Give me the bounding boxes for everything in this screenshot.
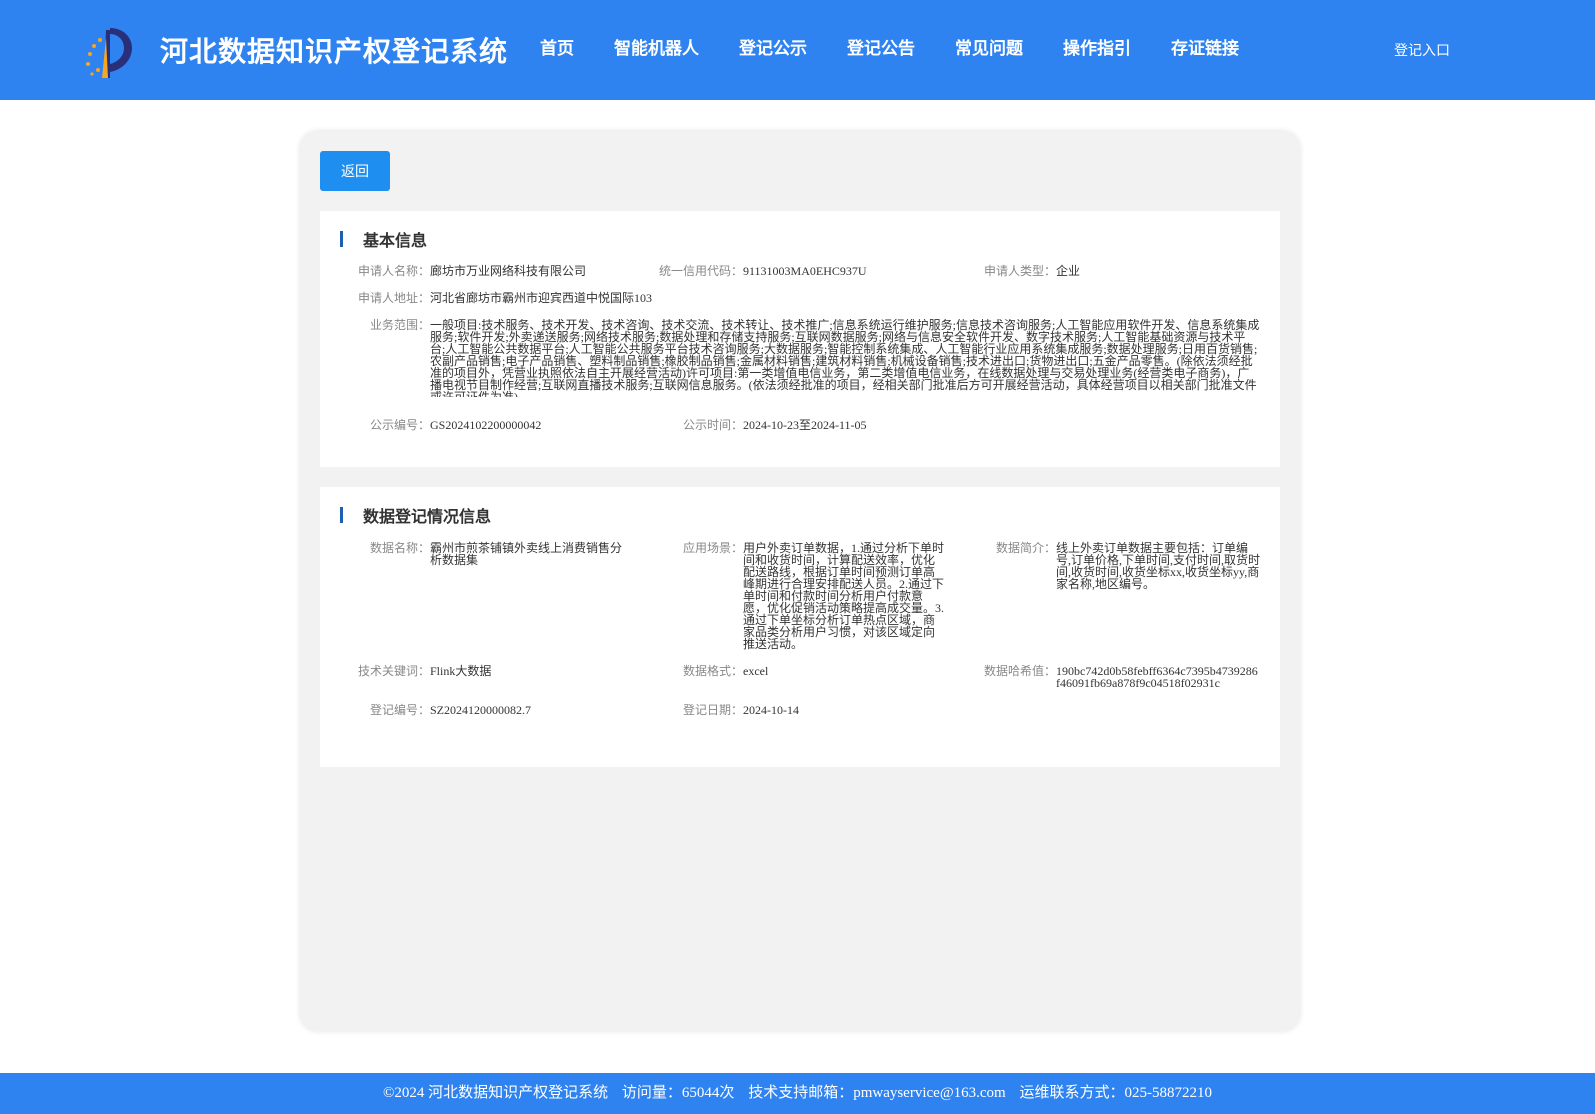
nav-item-home[interactable]: 首页 xyxy=(540,34,574,59)
format-value: excel xyxy=(743,664,769,678)
pub-no-label: 公示编号： xyxy=(369,418,430,432)
login-link[interactable]: 登记入口 xyxy=(1394,40,1450,60)
header: 河北数据知识产权登记系统 首页 智能机器人 登记公示 登记公告 常见问题 操作指… xyxy=(0,0,1595,100)
detail-card: 返回 基本信息 申请人名称： 廊坊市万业网络科技有限公司 统一信用代码： 911… xyxy=(300,131,1300,1031)
scene-label: 应用场景： xyxy=(682,541,743,555)
data-name-value: 霸州市煎茶铺镇外卖线上消费销售分析数据集 xyxy=(430,541,623,567)
applicant-type-label: 申请人类型： xyxy=(983,264,1056,278)
nav-item-publicity[interactable]: 登记公示 xyxy=(739,34,807,59)
back-button[interactable]: 返回 xyxy=(320,151,390,191)
applicant-name-label: 申请人名称： xyxy=(357,264,430,278)
keyword-value: Flink大数据 xyxy=(430,664,492,678)
data-info-title: 数据登记情况信息 xyxy=(363,507,492,526)
hash-value: 190bc742d0b58febff6364c7395b4739286f4609… xyxy=(1056,664,1258,690)
footer-visits: 访问量：65044次 xyxy=(621,1085,735,1101)
reg-no-value: SZ2024120000082.7 xyxy=(430,703,532,717)
keyword-label: 技术关键词： xyxy=(357,664,430,678)
nav-item-faq[interactable]: 常见问题 xyxy=(955,34,1023,59)
footer-email: 技术支持邮箱：pmwayservice@163.com xyxy=(748,1085,1006,1101)
footer: ©2024 河北数据知识产权登记系统 访问量：65044次 技术支持邮箱：pmw… xyxy=(0,1073,1595,1114)
basic-info-panel: 基本信息 申请人名称： 廊坊市万业网络科技有限公司 统一信用代码： 911310… xyxy=(320,211,1280,467)
intro-label: 数据简介： xyxy=(995,541,1056,555)
site-title: 河北数据知识产权登记系统 xyxy=(160,35,509,68)
format-label: 数据格式： xyxy=(682,664,743,678)
logo-icon xyxy=(86,28,132,78)
reg-date-label: 登记日期： xyxy=(682,703,743,717)
data-name-label: 数据名称： xyxy=(369,541,430,555)
reg-date-value: 2024-10-14 xyxy=(743,703,799,717)
nav-item-robot[interactable]: 智能机器人 xyxy=(614,34,699,59)
credit-code-value: 91131003MA0EHC937U xyxy=(743,264,867,278)
data-info-header: 数据登记情况信息 xyxy=(340,505,492,526)
title-accent-bar xyxy=(340,507,343,523)
address-value: 河北省廊坊市霸州市迎宾西道中悦国际103 xyxy=(430,291,653,305)
nav-item-announcement[interactable]: 登记公告 xyxy=(847,34,915,59)
title-accent-bar xyxy=(340,231,343,247)
reg-no-label: 登记编号： xyxy=(369,703,430,717)
intro-value: 线上外卖订单数据主要包括：订单编号,订单价格,下单时间,支付时间,取货时间,收货… xyxy=(1056,541,1261,591)
basic-info-title: 基本信息 xyxy=(363,231,428,250)
scope-value: 一般项目:技术服务、技术开发、技术咨询、技术交流、技术转让、技术推广;信息系统运… xyxy=(430,319,1260,397)
address-label: 申请人地址： xyxy=(357,291,430,305)
pub-time-label: 公示时间： xyxy=(682,418,743,432)
data-info-panel: 数据登记情况信息 数据名称： 霸州市煎茶铺镇外卖线上消费销售分析数据集 应用场景… xyxy=(320,487,1280,767)
hash-label: 数据哈希值： xyxy=(983,664,1056,678)
scope-label: 业务范围： xyxy=(369,318,430,332)
basic-info-header: 基本信息 xyxy=(340,229,428,250)
footer-copyright: ©2024 河北数据知识产权登记系统 xyxy=(383,1085,609,1101)
applicant-type-value: 企业 xyxy=(1056,264,1081,278)
pub-no-value: GS2024102200000042 xyxy=(430,418,542,432)
credit-code-label: 统一信用代码： xyxy=(658,264,743,278)
scene-value: 用户外卖订单数据，1.通过分析下单时间和收货时间，计算配送效率，优化配送路线，根… xyxy=(743,541,945,651)
nav-item-guide[interactable]: 操作指引 xyxy=(1063,34,1131,59)
pub-time-value: 2024-10-23至2024-11-05 xyxy=(743,418,867,432)
applicant-name-value: 廊坊市万业网络科技有限公司 xyxy=(430,264,587,278)
nav-item-evidence-link[interactable]: 存证链接 xyxy=(1171,34,1239,59)
main-nav: 首页 智能机器人 登记公示 登记公告 常见问题 操作指引 存证链接 xyxy=(540,34,1239,59)
footer-phone: 运维联系方式：025-58872210 xyxy=(1019,1085,1212,1101)
